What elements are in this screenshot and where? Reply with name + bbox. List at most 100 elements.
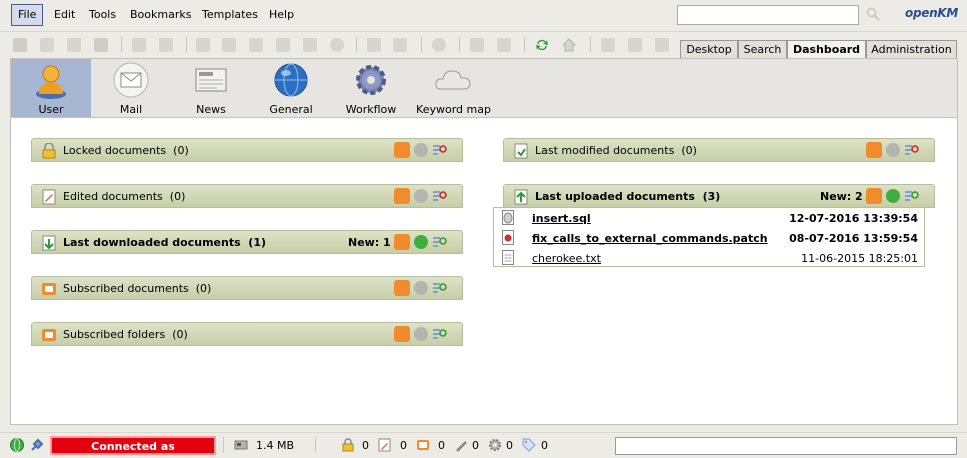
cloud-icon (435, 70, 471, 90)
menu-bar: File Edit Tools Bookmarks Templates Help… (0, 0, 967, 32)
check-icon[interactable] (886, 143, 900, 157)
subscribe-icon[interactable] (393, 38, 407, 52)
rss-icon[interactable] (394, 142, 410, 158)
task-count: 0 (472, 439, 479, 452)
check-icon[interactable] (886, 189, 900, 203)
zoom-icon[interactable] (904, 188, 920, 204)
subscribe-icon[interactable] (416, 438, 430, 452)
menu-file[interactable]: File (11, 4, 44, 26)
rss-icon[interactable] (394, 326, 410, 342)
zoom-icon[interactable] (432, 326, 448, 342)
remove-property-icon[interactable] (303, 38, 317, 52)
status-separator (315, 437, 316, 453)
new-count-badge: New: 2 (820, 190, 863, 203)
lock-icon[interactable] (341, 438, 355, 452)
widget-edited-documents[interactable]: Edited documents (0) (31, 184, 463, 208)
edit-document-icon[interactable] (249, 38, 263, 52)
ribbon-general[interactable]: General (251, 59, 331, 117)
scanner-icon[interactable] (655, 38, 669, 52)
widget-last-downloaded-documents[interactable]: Last downloaded documents (1) New: 1 (31, 230, 463, 254)
add-folder-icon[interactable] (196, 38, 210, 52)
check-icon[interactable] (414, 327, 428, 341)
check-icon[interactable] (414, 281, 428, 295)
tab-desktop[interactable]: Desktop (680, 40, 738, 58)
sql-file-icon (502, 210, 514, 225)
text-file-icon (502, 250, 514, 265)
workflow-icon[interactable] (432, 38, 446, 52)
gear-icon[interactable] (488, 438, 502, 452)
unlock-icon[interactable] (67, 38, 81, 52)
mail-send-icon[interactable] (628, 38, 642, 52)
tab-dashboard[interactable]: Dashboard (787, 40, 866, 59)
widget-title: Subscribed folders (0) (63, 328, 188, 341)
check-icon[interactable] (414, 143, 428, 157)
file-name-link[interactable]: fix_calls_to_external_commands.patch (532, 232, 768, 245)
zoom-icon[interactable] (432, 188, 448, 204)
plug-icon[interactable] (30, 438, 44, 452)
ribbon-mail[interactable]: Mail (91, 59, 171, 117)
home-icon[interactable] (562, 38, 576, 52)
tab-search[interactable]: Search (738, 40, 787, 58)
zoom-icon[interactable] (432, 234, 448, 250)
upload-icon[interactable] (497, 38, 511, 52)
checkout-icon[interactable] (132, 38, 146, 52)
rss-icon[interactable] (866, 142, 882, 158)
ribbon-news[interactable]: News (171, 59, 251, 117)
export-icon[interactable] (601, 38, 615, 52)
status-bar: Connected as Administrator 1.4 MB 0 0 0 … (0, 432, 967, 458)
checkin-icon[interactable] (159, 38, 173, 52)
list-item[interactable]: insert.sql 12-07-2016 13:39:54 (494, 208, 924, 228)
widget-title: Edited documents (0) (63, 190, 186, 203)
lock-icon[interactable] (40, 38, 54, 52)
edit-document-icon[interactable] (378, 438, 392, 452)
rss-icon[interactable] (394, 188, 410, 204)
ribbon-workflow[interactable]: Workflow (331, 59, 411, 117)
tag-icon[interactable] (522, 438, 536, 452)
file-name-link[interactable]: insert.sql (532, 212, 591, 225)
check-icon[interactable] (414, 235, 428, 249)
status-message-box (615, 437, 957, 455)
search-input[interactable] (677, 5, 859, 25)
zoom-icon[interactable] (432, 142, 448, 158)
menu-edit[interactable]: Edit (47, 4, 82, 26)
list-item[interactable]: cherokee.txt 11-06-2015 18:25:01 (494, 248, 924, 268)
search-icon[interactable] (866, 7, 880, 21)
check-icon[interactable] (414, 189, 428, 203)
ribbon-keyword-map[interactable]: Keyword map (411, 59, 496, 117)
menu-bookmarks[interactable]: Bookmarks (123, 4, 198, 26)
widget-last-uploaded-documents[interactable]: Last uploaded documents (3) New: 2 (503, 184, 935, 208)
rss-icon[interactable] (866, 188, 882, 204)
widget-title: Locked documents (0) (63, 144, 189, 157)
ribbon-user[interactable]: User (11, 59, 91, 117)
menu-help[interactable]: Help (262, 4, 301, 26)
rss-icon[interactable] (394, 234, 410, 250)
workflow-task-icon[interactable] (454, 438, 468, 452)
menu-templates[interactable]: Templates (195, 4, 265, 26)
find-similar-icon[interactable] (13, 38, 27, 52)
widget-subscribed-folders[interactable]: Subscribed folders (0) (31, 322, 463, 346)
rss-icon[interactable] (394, 280, 410, 296)
widget-locked-documents[interactable]: Locked documents (0) (31, 138, 463, 162)
file-name-link[interactable]: cherokee.txt (532, 252, 601, 265)
refresh-icon[interactable] (535, 38, 549, 52)
zoom-icon[interactable] (432, 280, 448, 296)
uploaded-documents-list: insert.sql 12-07-2016 13:39:54 fix_calls… (493, 207, 925, 267)
download-icon[interactable] (470, 38, 484, 52)
delete-icon[interactable] (330, 38, 344, 52)
widget-subscribed-documents[interactable]: Subscribed documents (0) (31, 276, 463, 300)
add-document-icon[interactable] (222, 38, 236, 52)
widget-last-modified-documents[interactable]: Last modified documents (0) (503, 138, 935, 162)
toolbar-separator (590, 37, 591, 53)
print-icon[interactable] (94, 38, 108, 52)
dashboard-workspace (10, 118, 958, 425)
zoom-icon[interactable] (904, 142, 920, 158)
add-property-icon[interactable] (276, 38, 290, 52)
file-date: 11-06-2015 18:25:01 (801, 252, 918, 265)
ribbon-label: Mail (119, 103, 143, 116)
menu-tools[interactable]: Tools (82, 4, 123, 26)
tab-administration[interactable]: Administration (866, 40, 957, 58)
globe-icon[interactable] (10, 438, 24, 452)
gear-icon (356, 65, 386, 95)
list-item[interactable]: fix_calls_to_external_commands.patch 08-… (494, 228, 924, 248)
add-note-icon[interactable] (367, 38, 381, 52)
